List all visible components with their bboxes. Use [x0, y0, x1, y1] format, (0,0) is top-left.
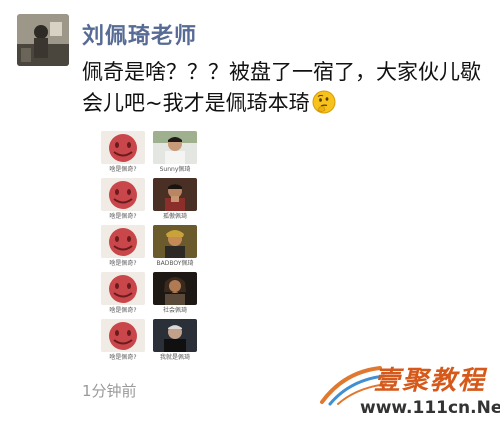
- caption: 啥是佩奇?: [109, 307, 137, 314]
- portrait-image: [153, 178, 197, 211]
- caption: Sunny佩琦: [159, 166, 191, 173]
- grid-cell-left-2[interactable]: 啥是佩奇?: [99, 177, 147, 223]
- author-name[interactable]: 刘佩琦老师: [82, 18, 197, 50]
- pig-smiley-image: [101, 178, 145, 211]
- portrait-image: [153, 131, 197, 164]
- caption: 啥是佩奇?: [109, 354, 137, 361]
- grid-cell-left-3[interactable]: 啥是佩奇?: [99, 224, 147, 270]
- grid-cell-right-1[interactable]: Sunny佩琦: [151, 130, 199, 176]
- watermark-brand: 壹聚教程: [374, 366, 487, 396]
- author-avatar[interactable]: [17, 14, 69, 66]
- grid-cell-right-4[interactable]: 社会佩琦: [151, 271, 199, 317]
- caption: 啥是佩奇?: [109, 166, 137, 173]
- caption: 社会佩琦: [162, 307, 187, 314]
- grid-cell-left-4[interactable]: 啥是佩奇?: [99, 271, 147, 317]
- thinking-face-emoji-icon: [312, 90, 336, 114]
- caption: 我就是佩琦: [159, 354, 190, 361]
- watermark-url: www.111cn.Net: [360, 398, 500, 418]
- caption: 孤傲佩琦: [162, 213, 187, 220]
- grid-cell-right-2[interactable]: 孤傲佩琦: [151, 177, 199, 223]
- grid-cell-right-5[interactable]: 我就是佩琦: [151, 318, 199, 364]
- portrait-image: [153, 225, 197, 258]
- pig-smiley-image: [101, 319, 145, 352]
- post-timestamp: 1分钟前: [82, 382, 137, 400]
- moments-post: 刘佩琦老师 佩奇是啥？？？被盘了一宿了，大家伙儿歇会儿吧~我才是佩琦本琦 啥是佩…: [0, 0, 500, 424]
- caption: BADBOY佩琦: [156, 260, 194, 267]
- caption: 啥是佩奇?: [109, 260, 137, 267]
- grid-cell-left-5[interactable]: 啥是佩奇?: [99, 318, 147, 364]
- grid-cell-left-1[interactable]: 啥是佩奇?: [99, 130, 147, 176]
- pig-smiley-image: [101, 225, 145, 258]
- image-grid[interactable]: 啥是佩奇? Sunny佩琦 啥是佩奇? 孤傲佩琦 啥是佩奇? BADBOY佩琦 …: [99, 130, 202, 362]
- post-text: 佩奇是啥？？？被盘了一宿了，大家伙儿歇会儿吧~我才是佩琦本琦: [82, 57, 487, 119]
- caption: 啥是佩奇?: [109, 213, 137, 220]
- portrait-image: [153, 319, 197, 352]
- pig-smiley-image: [101, 131, 145, 164]
- post-text-content: 佩奇是啥？？？被盘了一宿了，大家伙儿歇会儿吧~我才是佩琦本琦: [82, 60, 481, 115]
- site-watermark: 壹聚教程 www.111cn.Net: [318, 360, 500, 424]
- pig-smiley-image: [101, 272, 145, 305]
- portrait-image: [153, 272, 197, 305]
- grid-cell-right-3[interactable]: BADBOY佩琦: [151, 224, 199, 270]
- avatar-photo: [17, 14, 69, 66]
